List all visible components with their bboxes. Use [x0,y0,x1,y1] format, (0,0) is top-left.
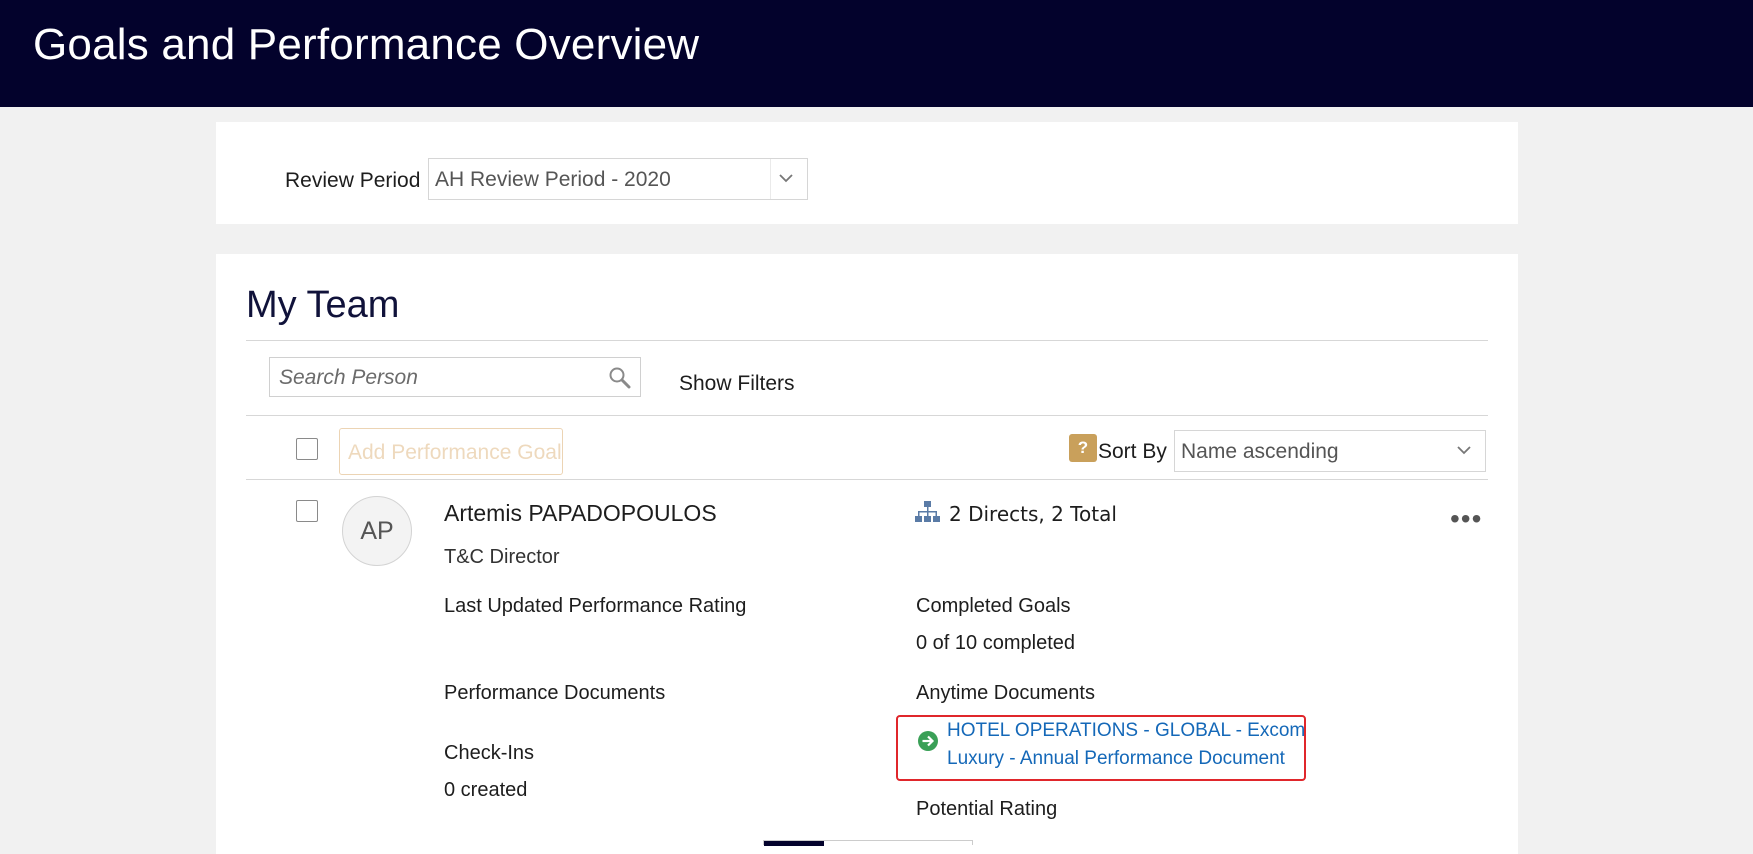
last-rating-label: Last Updated Performance Rating [444,595,747,617]
add-performance-goal-button[interactable]: Add Performance Goal [339,428,563,475]
sort-by-select[interactable]: Name ascending [1174,430,1486,472]
person-checkbox[interactable] [296,500,318,522]
divider [246,415,1488,416]
check-ins-value: 0 created [444,779,528,801]
potential-rating-label: Potential Rating [916,798,1058,820]
review-period-label: Review Period [285,169,421,192]
performance-documents-label: Performance Documents [444,682,666,704]
select-all-checkbox[interactable] [296,438,318,460]
org-chart-icon [915,501,940,522]
my-team-title: My Team [246,284,400,326]
app-header: Goals and Performance Overview [0,0,1753,107]
help-icon[interactable]: ? [1069,434,1097,462]
bottom-tab-strip[interactable] [763,840,973,846]
divider [246,340,1488,341]
my-team-card [216,254,1518,854]
search-icon [609,367,631,389]
completed-goals-label: Completed Goals [916,595,1071,617]
search-person-input[interactable]: Search Person [269,357,641,397]
select-divider [770,159,771,199]
person-job-title: T&C Director [444,546,560,568]
anytime-documents-label: Anytime Documents [916,682,1095,704]
show-filters-link[interactable]: Show Filters [679,372,795,396]
review-period-value: AH Review Period - 2020 [435,168,671,191]
chevron-down-icon [1457,446,1471,455]
avatar-initials: AP [360,517,394,545]
page-title: Goals and Performance Overview [33,20,700,69]
arrow-right-circle-icon[interactable] [917,730,939,752]
anytime-document-link-line2[interactable]: Luxury - Annual Performance Document [947,748,1285,770]
active-tab-indicator [764,841,824,846]
divider [246,479,1488,480]
avatar[interactable]: AP [342,496,412,566]
directs-link[interactable]: 2 Directs, 2 Total [949,502,1117,526]
review-period-select[interactable]: AH Review Period - 2020 [428,158,808,200]
chevron-down-icon [779,174,793,183]
more-options-icon[interactable]: ••• [1450,505,1482,533]
check-ins-label: Check-Ins [444,742,535,764]
add-performance-goal-label: Add Performance Goal [348,441,562,464]
completed-goals-value: 0 of 10 completed [916,632,1075,654]
person-name[interactable]: Artemis PAPADOPOULOS [444,500,717,527]
search-placeholder: Search Person [279,366,418,389]
sort-by-label: Sort By [1098,440,1167,463]
anytime-document-link[interactable]: HOTEL OPERATIONS - GLOBAL - Excom [947,720,1305,742]
sort-by-value: Name ascending [1181,440,1339,463]
